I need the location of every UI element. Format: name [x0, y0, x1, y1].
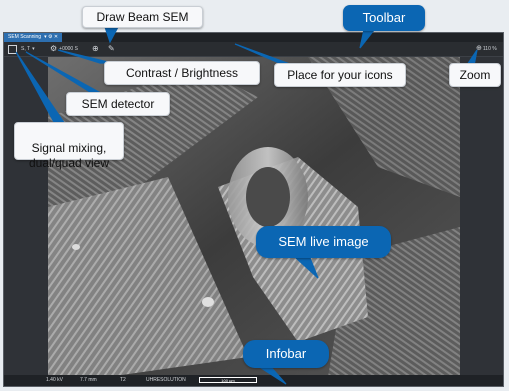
- callout-live-image-text: SEM live image: [278, 234, 369, 249]
- callout-detector-text: SEM detector: [81, 97, 155, 111]
- infobar: 1.40 kV 7.7 mm T2 UHRESOLUTION 100 µm: [4, 375, 503, 386]
- callout-icons-place-text: Place for your icons: [287, 68, 393, 82]
- detector-selector[interactable]: S, T ▾: [21, 44, 35, 54]
- info-hv: 1.40 kV: [46, 377, 63, 383]
- pencil-icon: ✎: [108, 44, 115, 53]
- tab-controls[interactable]: ▾ ⚙ ✕: [44, 33, 58, 42]
- pencil-button[interactable]: ✎: [108, 44, 115, 54]
- zoom-icon: ⊕: [476, 45, 482, 52]
- callout-toolbar-text: Toolbar: [362, 10, 406, 25]
- beam-icon: ⊕: [92, 44, 99, 53]
- draw-beam-button[interactable]: ⊕: [92, 44, 99, 54]
- callout-detector: SEM detector: [66, 92, 170, 116]
- info-detector: T2: [120, 377, 126, 383]
- contrast-value: +0000 S: [59, 46, 78, 52]
- callout-contrast: Contrast / Brightness: [104, 61, 260, 85]
- tab-sem-scanning[interactable]: SEM Scanning ▾ ⚙ ✕: [4, 33, 63, 42]
- signal-mixing-button[interactable]: [8, 44, 17, 54]
- scale-bar: 100 µm: [199, 377, 257, 383]
- callout-toolbar: Toolbar: [343, 5, 425, 31]
- callout-zoom-text: Zoom: [459, 68, 491, 82]
- callout-signal-mixing-text: Signal mixing, dual/quad view: [28, 141, 110, 170]
- callout-icons-place: Place for your icons: [274, 63, 406, 87]
- square-icon: [8, 44, 17, 54]
- info-wd: 7.7 mm: [80, 377, 97, 383]
- info-mode: UHRESOLUTION: [146, 377, 186, 383]
- contrast-brightness-control[interactable]: ⚙ +0000 S: [50, 44, 78, 54]
- gear-icon: ⚙: [50, 44, 58, 53]
- zoom-control[interactable]: ⊕ 110 %: [476, 44, 497, 54]
- tab-label: SEM Scanning: [8, 34, 42, 40]
- tab-bar: SEM Scanning ▾ ⚙ ✕: [4, 33, 503, 42]
- detector-value: S, T: [21, 46, 31, 52]
- scale-bar-label: 100 µm: [221, 378, 235, 383]
- callout-draw-beam: Draw Beam SEM: [82, 6, 203, 28]
- callout-zoom: Zoom: [449, 63, 501, 87]
- callout-draw-beam-text: Draw Beam SEM: [96, 10, 189, 24]
- zoom-value: 110 %: [482, 46, 497, 52]
- sem-window: SEM Scanning ▾ ⚙ ✕ S, T ▾ ⚙ +0000 S ⊕ ✎ …: [3, 32, 504, 387]
- callout-signal-mixing: Signal mixing, dual/quad view: [14, 122, 124, 170]
- callout-infobar-text: Infobar: [265, 346, 307, 361]
- callout-contrast-text: Contrast / Brightness: [125, 66, 239, 80]
- toolbar: S, T ▾ ⚙ +0000 S ⊕ ✎ ⊕ 110 %: [4, 42, 503, 57]
- chevron-down-icon: ▾: [32, 46, 35, 52]
- callout-live-image: SEM live image: [256, 226, 391, 258]
- callout-infobar: Infobar: [243, 340, 329, 368]
